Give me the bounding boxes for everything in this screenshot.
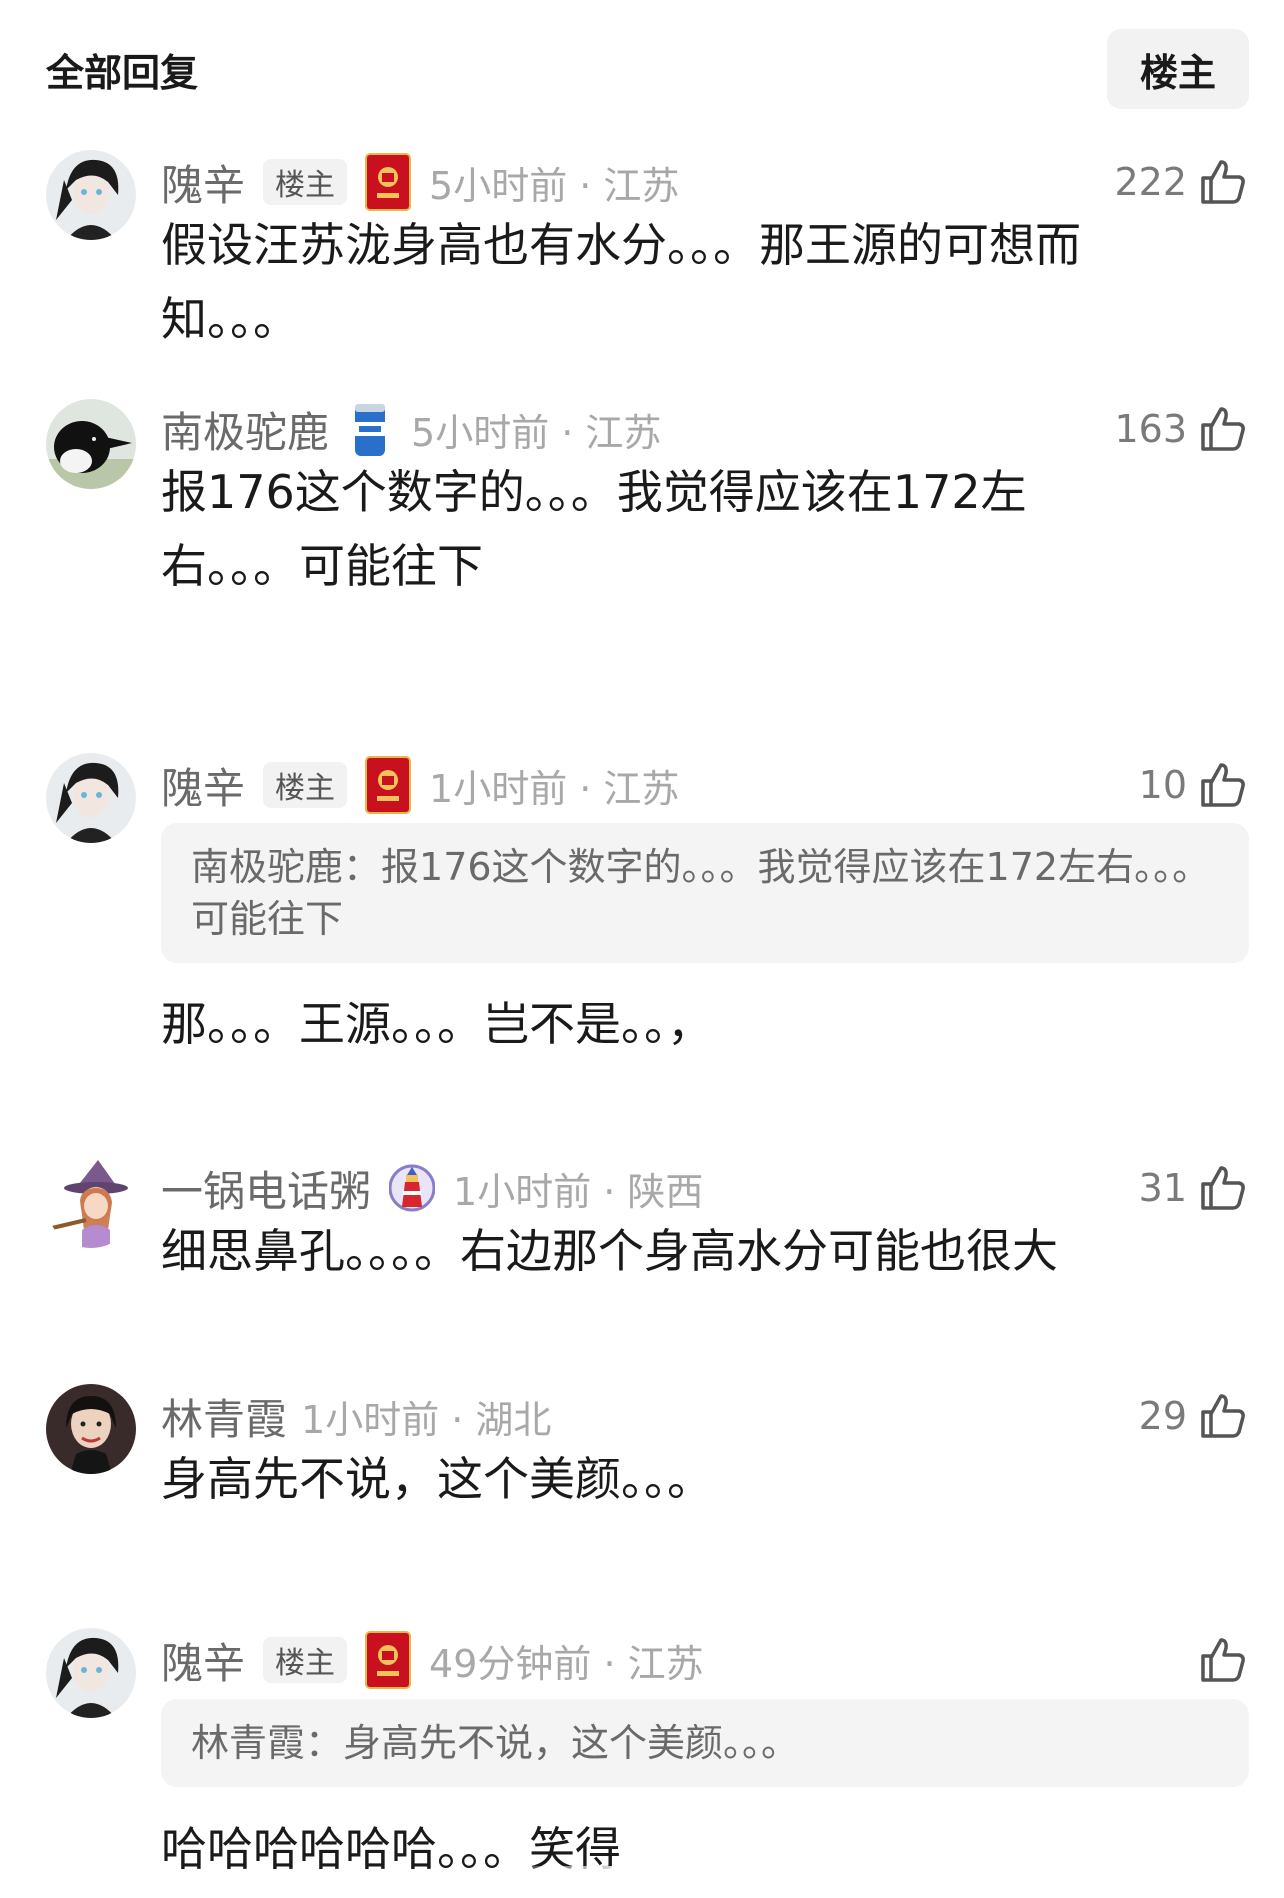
- post-time-location: 5小时前 · 江苏: [429, 163, 680, 208]
- comment-text: 报176这个数字的。。。我觉得应该在172左右。。。可能往下: [161, 465, 1027, 593]
- comment-text: 细思鼻孔。。。。右边那个身高水分可能也很大: [161, 1224, 1058, 1278]
- red-envelope-badge-icon: [365, 756, 412, 814]
- replies-header: 全部回复 楼主: [0, 0, 1284, 120]
- comment-meta: 林青霞 1小时前 · 湖北: [161, 1386, 551, 1446]
- comment-meta: 隗辛 楼主 5小时前 · 江苏: [161, 152, 679, 212]
- like-button[interactable]: 222: [1114, 152, 1249, 212]
- thumb-up-icon: [1201, 1166, 1245, 1210]
- avatar[interactable]: [46, 150, 136, 240]
- post-time-location: 5小时前 · 江苏: [411, 410, 662, 455]
- avatar[interactable]: [46, 1158, 136, 1248]
- like-count: 222: [1114, 160, 1187, 204]
- like-count: 163: [1114, 407, 1187, 451]
- thumb-up-icon: [1201, 763, 1245, 807]
- op-tag: 楼主: [263, 159, 348, 205]
- post-time-location: 1小时前 · 江苏: [429, 766, 680, 811]
- username[interactable]: 隗辛: [161, 755, 245, 816]
- avatar[interactable]: [46, 753, 136, 843]
- quoted-reply[interactable]: 南极驼鹿：报176这个数字的。。。我觉得应该在172左右。。。可能往下: [161, 823, 1249, 963]
- like-button[interactable]: 163: [1114, 399, 1249, 459]
- comment-meta: 一锅电话粥 1小时前 · 陕西: [161, 1158, 703, 1218]
- like-button[interactable]: 10: [1139, 755, 1249, 815]
- comment-text: 身高先不说，这个美颜。。。: [161, 1452, 713, 1506]
- like-button[interactable]: 29: [1139, 1386, 1249, 1446]
- quote-author: 南极驼鹿：: [191, 845, 382, 889]
- thumb-up-icon: [1201, 1638, 1245, 1682]
- comment-text: 假设汪苏泷身高也有水分。。。那王源的可想而知。。。: [161, 218, 1081, 346]
- post-time-location: 49分钟前 · 江苏: [429, 1641, 704, 1686]
- comment-meta: 隗辛 楼主 49分钟前 · 江苏: [161, 1630, 704, 1690]
- comment-meta: 南极驼鹿 5小时前 · 江苏: [161, 399, 661, 459]
- like-count: 31: [1138, 1166, 1187, 1210]
- username[interactable]: 隗辛: [161, 152, 245, 213]
- comment-text: 那。。。王源。。。岂不是。。，: [161, 997, 713, 1051]
- avatar[interactable]: [46, 1628, 136, 1718]
- op-tag: 楼主: [263, 1637, 348, 1683]
- all-replies-title: 全部回复: [46, 51, 199, 95]
- like-count: 29: [1138, 1394, 1187, 1438]
- op-tag: 楼主: [263, 762, 348, 808]
- thumb-up-icon: [1201, 1394, 1245, 1438]
- comment-meta: 隗辛 楼主 1小时前 · 江苏: [161, 755, 679, 815]
- avatar[interactable]: [46, 399, 136, 489]
- like-button[interactable]: 31: [1139, 1158, 1249, 1218]
- red-envelope-badge-icon: [365, 1631, 412, 1689]
- like-button[interactable]: [1197, 1630, 1249, 1690]
- red-envelope-badge-icon: [365, 153, 412, 211]
- thumb-up-icon: [1201, 160, 1245, 204]
- post-time-location: 1小时前 · 陕西: [453, 1169, 704, 1214]
- username[interactable]: 一锅电话粥: [161, 1158, 371, 1219]
- username[interactable]: 南极驼鹿: [161, 399, 329, 460]
- op-only-filter-button[interactable]: 楼主: [1107, 29, 1249, 109]
- avatar[interactable]: [46, 1384, 136, 1474]
- quote-text: 身高先不说，这个美颜。。。: [343, 1721, 800, 1765]
- thumb-up-icon: [1201, 407, 1245, 451]
- bottom-fade-overlay: [500, 1866, 800, 1898]
- username[interactable]: 隗辛: [161, 1630, 245, 1691]
- beer-can-badge-icon: [347, 400, 393, 458]
- lighthouse-badge-icon: [389, 1159, 436, 1217]
- username[interactable]: 林青霞: [161, 1386, 287, 1447]
- quote-author: 林青霞：: [191, 1721, 344, 1765]
- post-time-location: 1小时前 · 湖北: [301, 1397, 552, 1442]
- like-count: 10: [1138, 763, 1187, 807]
- quoted-reply[interactable]: 林青霞：身高先不说，这个美颜。。。: [161, 1699, 1249, 1787]
